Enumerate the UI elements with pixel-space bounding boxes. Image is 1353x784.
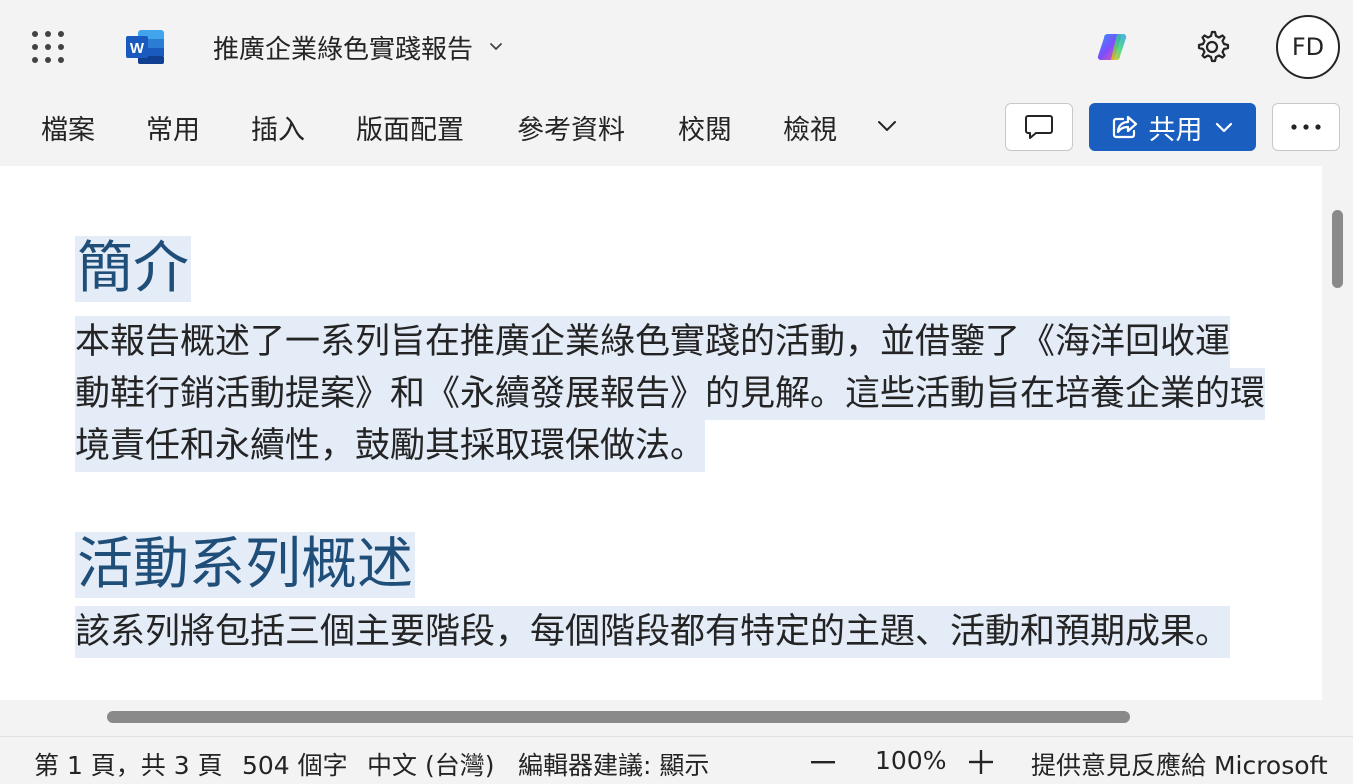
more-horizontal-icon (1291, 124, 1321, 130)
paragraph-line: 動鞋行銷活動提案》和《永續發展報告》的見解。這些活動旨在培養企業的環 (75, 368, 1266, 420)
zoom-level[interactable]: 100% (875, 746, 946, 775)
heading-introduction: 簡介 (75, 236, 191, 302)
chevron-down-icon (490, 43, 502, 50)
document-title[interactable]: 推廣企業綠色實踐報告 (213, 28, 505, 66)
tab-layout[interactable]: 版面配置 (356, 108, 464, 146)
copilot-icon[interactable] (1095, 28, 1133, 66)
word-icon: W (126, 30, 164, 64)
horizontal-scrollbar-thumb[interactable] (107, 711, 1130, 723)
vertical-scrollbar-thumb[interactable] (1332, 210, 1343, 288)
chevron-down-icon (1215, 122, 1232, 133)
gear-icon[interactable] (1192, 27, 1232, 67)
heading-series-overview: 活動系列概述 (75, 532, 415, 598)
word-count[interactable]: 504 個字 (242, 746, 348, 782)
more-options-button[interactable] (1272, 103, 1340, 151)
paragraph-series-overview: 該系列將包括三個主要階段，每個階段都有特定的主題、活動和預期成果。 (75, 606, 1231, 658)
tab-file[interactable]: 檔案 (41, 108, 95, 146)
language-indicator[interactable]: 中文 (台灣) (367, 746, 494, 782)
share-button-label: 共用 (1148, 114, 1203, 146)
paragraph-introduction: 本報告概述了一系列旨在推廣企業綠色實踐的活動，並借鑒了《海洋回收運 動鞋行銷活動… (75, 316, 1266, 472)
tab-references[interactable]: 參考資料 (517, 108, 625, 146)
comments-button[interactable] (1005, 103, 1073, 151)
document-canvas[interactable]: 簡介 本報告概述了一系列旨在推廣企業綠色實踐的活動，並借鑒了《海洋回收運 動鞋行… (0, 166, 1322, 700)
tab-review[interactable]: 校閱 (678, 108, 732, 146)
title-bar: W 推廣企業綠色實踐報告 FD (0, 0, 1353, 94)
app-launcher-icon[interactable] (32, 31, 64, 63)
comment-icon (1025, 115, 1053, 139)
feedback-link[interactable]: 提供意見反應給 Microsoft (1031, 746, 1328, 782)
tab-view[interactable]: 檢視 (783, 108, 837, 146)
paragraph-line: 境責任和永續性，鼓勵其採取環保做法。 (75, 420, 706, 472)
avatar-initials: FD (1291, 33, 1325, 61)
share-icon (1112, 115, 1137, 139)
tab-insert[interactable]: 插入 (251, 108, 305, 146)
paragraph-line: 本報告概述了一系列旨在推廣企業綠色實踐的活動，並借鑒了《海洋回收運 (75, 316, 1231, 368)
page-count[interactable]: 第 1 頁，共 3 頁 (34, 746, 223, 782)
avatar[interactable]: FD (1276, 15, 1340, 79)
zoom-out-icon[interactable] (811, 761, 835, 765)
zoom-in-icon[interactable] (969, 750, 993, 774)
svg-text:W: W (130, 40, 145, 57)
status-bar: 第 1 頁，共 3 頁 504 個字 中文 (台灣) 編輯器建議: 顯示 100… (0, 736, 1353, 784)
document-title-text: 推廣企業綠色實踐報告 (213, 34, 474, 65)
tab-home[interactable]: 常用 (146, 108, 200, 146)
paragraph-line: 該系列將包括三個主要階段，每個階段都有特定的主題、活動和預期成果。 (75, 606, 1231, 658)
editor-suggestions[interactable]: 編輯器建議: 顯示 (518, 746, 709, 782)
chevron-down-icon[interactable] (874, 113, 900, 139)
share-button[interactable]: 共用 (1089, 103, 1256, 151)
